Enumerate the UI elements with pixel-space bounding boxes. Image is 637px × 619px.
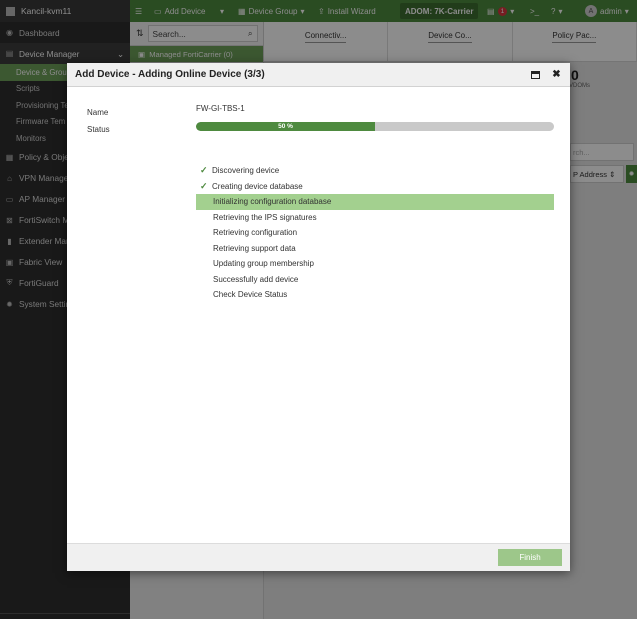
step-label: Discovering device [212, 166, 280, 176]
step-item: Check Device Status [196, 287, 554, 303]
step-item: Retrieving support data [196, 241, 554, 257]
check-icon: ✓ [200, 180, 208, 191]
finish-button[interactable]: Finish [498, 549, 562, 566]
step-label: Successfully add device [213, 274, 299, 284]
add-device-dialog: Add Device - Adding Online Device (3/3) … [67, 63, 570, 571]
step-label: Initializing configuration database [213, 197, 332, 207]
step-item: ✓ Creating device database [196, 179, 554, 195]
dialog-body: Name FW-GI-TBS-1 Status 50 % ✓ Discoverin… [67, 87, 570, 543]
close-icon: ✖ [552, 69, 561, 80]
step-item: Retrieving the IPS signatures [196, 210, 554, 226]
step-label: Check Device Status [213, 290, 288, 300]
step-item: Successfully add device [196, 272, 554, 288]
step-item: ✓ Discovering device [196, 163, 554, 179]
maximize-icon [531, 70, 540, 79]
check-icon: ✓ [200, 165, 208, 176]
step-label: Updating group membership [213, 259, 314, 269]
status-label: Status [87, 125, 110, 134]
step-label: Retrieving support data [213, 243, 296, 253]
step-item: Updating group membership [196, 256, 554, 272]
name-value: FW-GI-TBS-1 [196, 104, 245, 113]
step-item: Initializing configuration database [196, 194, 554, 210]
dialog-footer: Finish [67, 543, 570, 571]
step-label: Retrieving the IPS signatures [213, 212, 317, 222]
close-button[interactable]: ✖ [551, 69, 562, 80]
name-label: Name [87, 108, 109, 117]
progress-fill: 50 % [196, 122, 375, 131]
step-list: ✓ Discovering device ✓ Creating device data… [196, 163, 554, 303]
progress-bar: 50 % [196, 122, 554, 131]
dialog-title: Add Device - Adding Online Device (3/3) [75, 69, 265, 80]
step-label: Retrieving configuration [213, 228, 298, 238]
dialog-header: Add Device - Adding Online Device (3/3) … [67, 63, 570, 87]
maximize-button[interactable] [530, 69, 541, 80]
step-item: Retrieving configuration [196, 225, 554, 241]
step-label: Creating device database [212, 181, 303, 191]
